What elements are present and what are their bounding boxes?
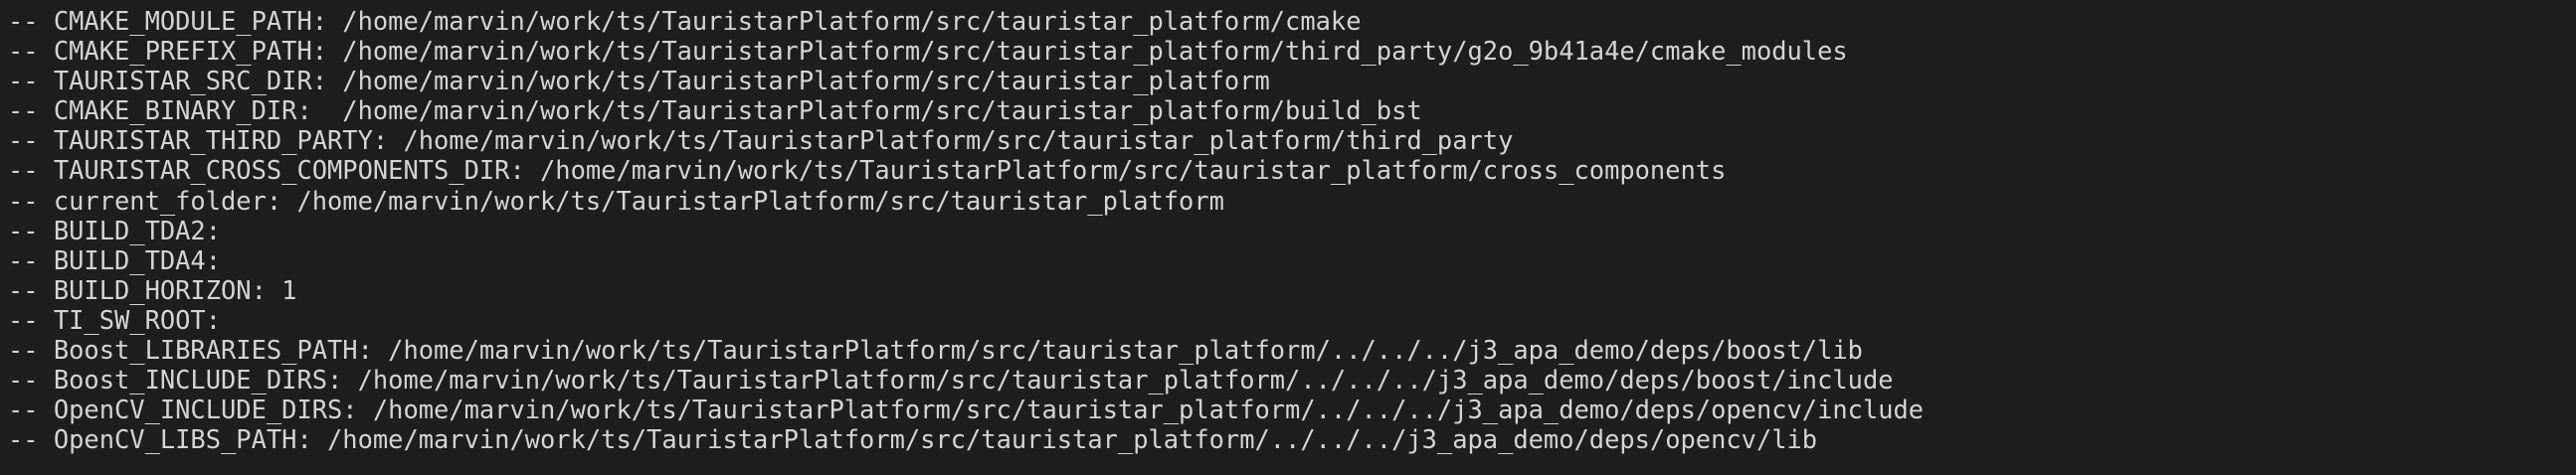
terminal-line-cmake-module-path: -- CMAKE_MODULE_PATH: /home/marvin/work/… [8,6,1362,36]
terminal-line-tauristar-src-dir: -- TAURISTAR_SRC_DIR: /home/marvin/work/… [8,66,1270,96]
terminal-line-build-horizon: -- BUILD_HORIZON: 1 [8,274,297,305]
terminal-window[interactable]: -- CMAKE_MODULE_PATH: /home/marvin/work/… [0,0,2576,475]
terminal-line-opencv-include-dirs: -- OpenCV_INCLUDE_DIRS: /home/marvin/wor… [8,395,1925,425]
terminal-line-tauristar-cross-components-dir: -- TAURISTAR_CROSS_COMPONENTS_DIR: /home… [8,155,1727,186]
terminal-line-current-folder: -- current_folder: /home/marvin/work/ts/… [8,185,1224,216]
terminal-line-tauristar-third-party: -- TAURISTAR_THIRD_PARTY: /home/marvin/w… [8,125,1514,156]
terminal-line-cmake-prefix-path: -- CMAKE_PREFIX_PATH: /home/marvin/work/… [8,36,1848,67]
terminal-line-boost-libraries-path: -- Boost_LIBRARIES_PATH: /home/marvin/wo… [8,335,1863,366]
terminal-line-build-tda2: -- BUILD_TDA2: [8,215,222,245]
terminal-line-opencv-libs-path: -- OpenCV_LIBS_PATH: /home/marvin/work/t… [8,424,1818,455]
terminal-line-cmake-binary-dir: -- CMAKE_BINARY_DIR: /home/marvin/work/t… [8,95,1422,126]
terminal-line-build-tda4: -- BUILD_TDA4: [8,244,222,275]
terminal-line-boost-include-dirs: -- Boost_INCLUDE_DIRS: /home/marvin/work… [8,365,1894,396]
terminal-output[interactable]: -- CMAKE_MODULE_PATH: /home/marvin/work/… [8,6,1924,454]
terminal-line-ti-sw-root: -- TI_SW_ROOT: [8,304,222,335]
